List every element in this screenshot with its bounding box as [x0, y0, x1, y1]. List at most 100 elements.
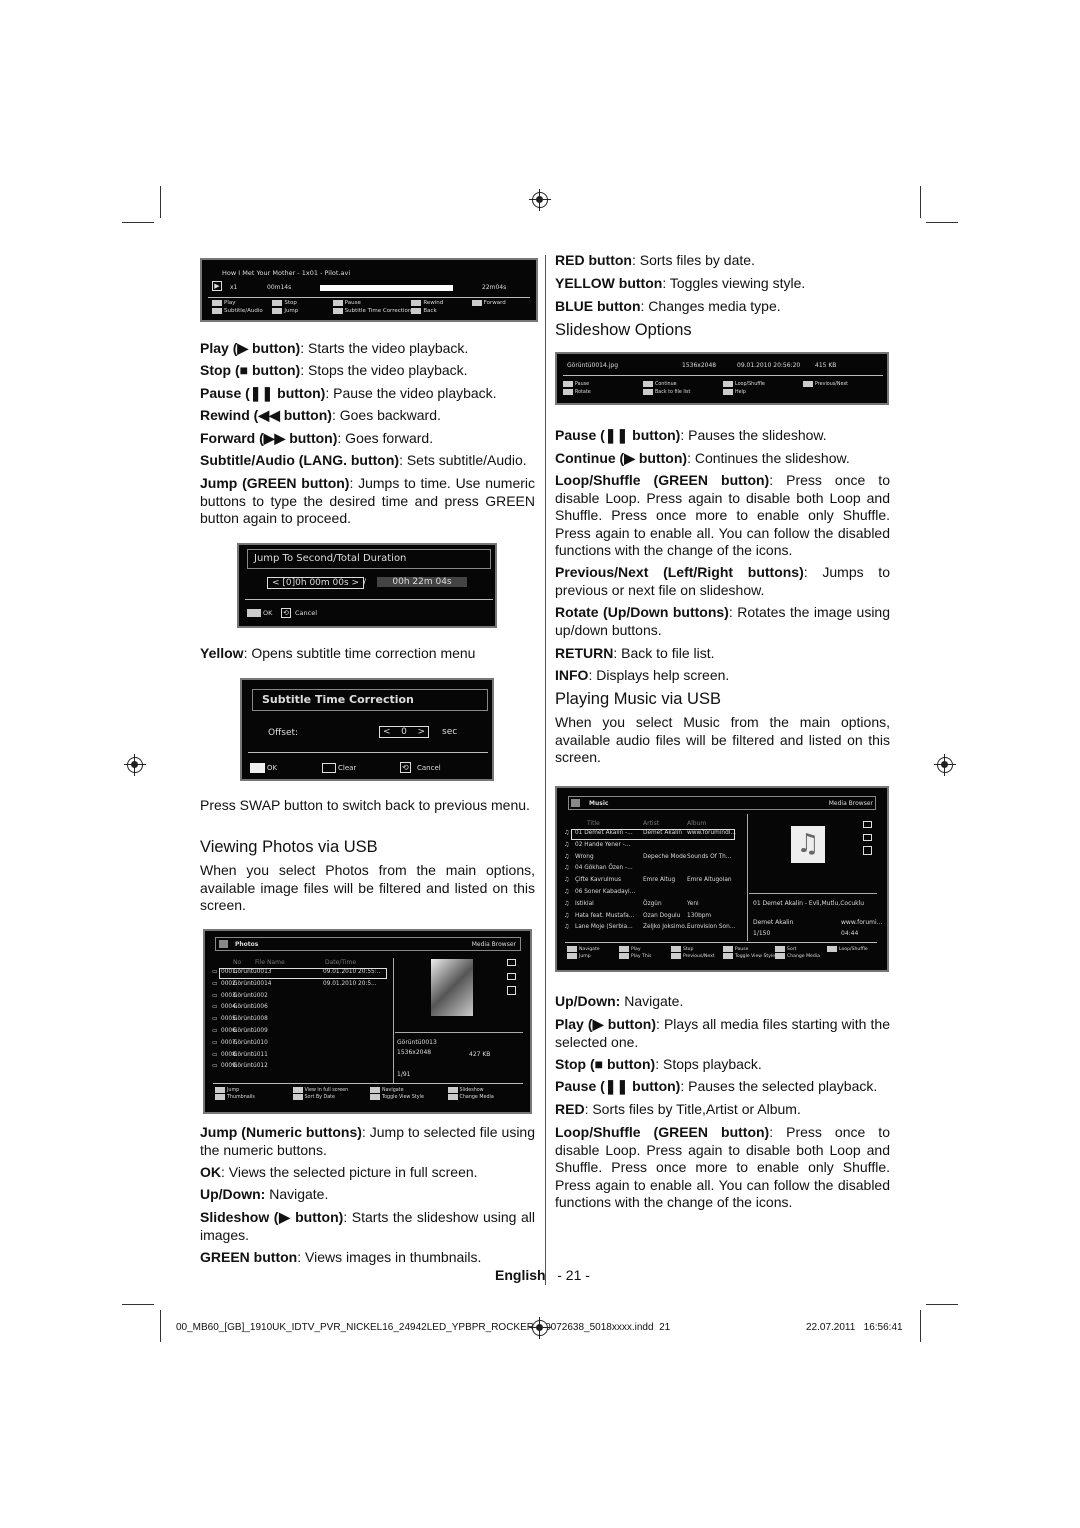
remote-button-icon	[272, 308, 283, 314]
music-file-icon: ♫	[564, 841, 570, 848]
print-file-name: 00_MB60_[GB]_1910UK_IDTV_PVR_NICKEL16_24…	[176, 1322, 671, 1333]
clear-icon	[322, 763, 336, 773]
legend-item: Toggle View Style	[722, 953, 775, 959]
remote-button-icon	[723, 381, 733, 387]
music-file-icon: ♫	[564, 865, 570, 872]
legend-label: Thumbnails	[227, 1094, 255, 1100]
paragraph: Pause (❚❚ button): Pauses the slideshow.	[555, 427, 827, 443]
music-file-icon: ♫	[564, 830, 570, 836]
legend-label: Toggle View Style	[382, 1094, 424, 1100]
return-icon: ⟲	[281, 608, 291, 618]
paragraph: Loop/Shuffle (GREEN button): Press once …	[555, 1124, 890, 1211]
remote-button-icon	[471, 300, 482, 306]
shuffle-icon	[863, 834, 872, 841]
list-cell[interactable]: Istiklal	[575, 901, 594, 907]
legend-label: Subtitle/Audio	[224, 308, 263, 314]
legend-item: Sort By Date	[292, 1094, 371, 1100]
jump-time-input[interactable]: < [0]0h 00m 00s >	[267, 577, 365, 589]
info-resolution: 1536x2048	[397, 1049, 432, 1056]
remote-button-icon	[292, 1094, 303, 1100]
paragraph: YELLOW button: Toggles viewing style.	[555, 275, 806, 291]
paragraph: Press SWAP button to switch back to prev…	[200, 797, 530, 813]
legend-item: Back to file list	[643, 389, 723, 395]
paragraph: Jump (GREEN button): Jumps to time. Use …	[200, 475, 535, 527]
list-cell[interactable]: Çifte Kavrulmus	[575, 877, 621, 883]
image-file-icon: ▭	[212, 1028, 218, 1034]
media-browser-label: Media Browser	[471, 941, 516, 948]
speed: x1	[230, 284, 238, 291]
legend-item: Sort	[775, 946, 827, 952]
list-cell: Özgün	[643, 900, 662, 907]
paragraph: Pause (❚❚ button): Pause the video playb…	[200, 385, 497, 401]
paragraph: Play (▶ button): Plays all media files s…	[555, 1016, 891, 1050]
column-header: Date/Time	[325, 959, 357, 966]
list-cell: Görüntü008	[233, 1016, 268, 1023]
cancel-button[interactable]: Cancel	[417, 764, 441, 772]
legend-item: Toggle View Style	[370, 1094, 448, 1100]
remote-button-icon	[618, 946, 629, 952]
remote-button-icon	[670, 946, 681, 952]
remote-button-icon	[332, 308, 343, 314]
paragraph: Stop (■ button): Stops playback.	[555, 1056, 762, 1072]
legend-item: Stop	[670, 946, 723, 952]
info-count: 1/150	[753, 930, 771, 937]
remote-button-icon	[212, 300, 222, 306]
total-duration: 00h 22m 04s	[377, 577, 467, 587]
stop-icon	[863, 846, 872, 855]
legend-item: Navigate	[567, 946, 619, 952]
legend-label: Sort	[787, 946, 797, 952]
shuffle-icon	[507, 973, 516, 980]
legend-label: Help	[735, 389, 746, 395]
registration-mark-icon	[529, 189, 551, 211]
legend-label: Back to file list	[655, 389, 691, 395]
list-cell: Emre Altug	[643, 877, 676, 884]
legend-label: Change Media	[459, 1094, 494, 1100]
list-cell: Görüntü009	[233, 1028, 268, 1034]
list-cell[interactable]: Hata feat. Mustafa...	[575, 913, 634, 919]
music-legend: Navigate Play Stop Pause Sort Loop/Shuffle Jum…	[567, 946, 879, 959]
image-file-icon: ▭	[212, 1039, 218, 1046]
paragraph: When you select Photos from the main opt…	[200, 862, 535, 914]
red-button-icon	[250, 763, 265, 773]
screen-title: Photos	[235, 941, 259, 948]
file-name: Görüntü0014.jpg	[567, 362, 619, 369]
list-cell[interactable]: Wrong	[575, 854, 594, 860]
info-count: 1/91	[397, 1071, 411, 1078]
remote-button-icon	[723, 389, 733, 395]
screen-title: Music	[589, 800, 609, 807]
list-cell: Yeni	[687, 900, 699, 907]
remote-button-icon	[563, 381, 573, 387]
crop-mark	[920, 186, 921, 218]
video-title: How I Met Your Mother - 1x01 - Pilot.avi	[222, 269, 351, 277]
legend-item: Play	[212, 300, 272, 306]
paragraph: Up/Down: Navigate.	[200, 1186, 329, 1202]
legend-item: View in full screen	[292, 1087, 371, 1093]
list-cell[interactable]: 02 Hande Yener -...	[575, 842, 630, 848]
ok-button[interactable]: OK	[263, 609, 272, 617]
list-cell[interactable]: Lane Moje (Serbia...	[575, 924, 633, 930]
column-header: Title	[587, 820, 600, 827]
list-cell[interactable]: 06 Soner Kabadayi...	[575, 889, 635, 895]
legend-label: Sort By Date	[304, 1094, 335, 1100]
paragraph: Continue (▶ button): Continues the slide…	[555, 450, 850, 466]
image-file-icon: ▭	[212, 980, 218, 987]
list-cell: Eurovision Son...	[687, 924, 736, 931]
legend-label: Change Media	[787, 953, 820, 959]
list-cell: 130bpm	[687, 912, 712, 919]
offset-stepper[interactable]: <0 >	[379, 726, 429, 738]
paragraph: Stop (■ button): Stops the video playbac…	[200, 362, 468, 378]
paragraph: Loop/Shuffle (GREEN button): Press once …	[555, 472, 890, 559]
remote-button-icon	[670, 953, 681, 959]
list-cell[interactable]: 04 Gökhan Özen -...	[575, 865, 633, 871]
remote-button-icon	[722, 946, 733, 952]
resolution: 1536x2048	[682, 362, 717, 369]
list-cell: Depeche Mode	[643, 853, 687, 860]
music-file-icon: ♫	[564, 912, 570, 919]
legend-item: Pause	[722, 946, 775, 952]
total-time: 22m04s	[482, 284, 507, 291]
ok-button[interactable]: OK	[267, 764, 277, 772]
clear-button[interactable]: Clear	[338, 764, 356, 772]
cancel-button[interactable]: Cancel	[295, 609, 317, 617]
list-cell: Görüntü011	[233, 1051, 268, 1058]
music-file-icon: ♫	[564, 889, 570, 895]
